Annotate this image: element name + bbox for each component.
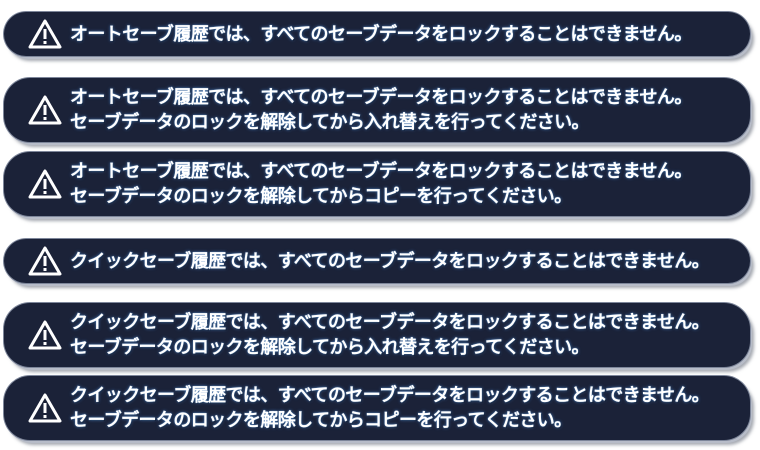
- warning-banner-quicksave-copy: クイックセーブ履歴では、すべてのセーブデータをロックすることはできません。 セー…: [4, 376, 750, 440]
- message-text: クイックセーブ履歴では、すべてのセーブデータをロックすることはできません。: [70, 249, 710, 274]
- message-text: オートセーブ履歴では、すべてのセーブデータをロックすることはできません。 セーブ…: [70, 159, 692, 209]
- message-line: セーブデータのロックを解除してからコピーを行ってください。: [70, 410, 572, 431]
- warning-banner-autosave-swap: オートセーブ履歴では、すべてのセーブデータをロックすることはできません。 セーブ…: [4, 78, 750, 142]
- warning-banner-autosave-copy: オートセーブ履歴では、すべてのセーブデータをロックすることはできません。 セーブ…: [4, 152, 750, 216]
- warning-icon: [28, 320, 62, 350]
- message-line: オートセーブ履歴では、すべてのセーブデータをロックすることはできません。: [70, 161, 692, 182]
- message-line: セーブデータのロックを解除してから入れ替えを行ってください。: [70, 112, 590, 133]
- message-line: オートセーブ履歴では、すべてのセーブデータをロックすることはできません。: [70, 87, 692, 108]
- message-line: オートセーブ履歴では、すべてのセーブデータをロックすることはできません。: [70, 23, 692, 45]
- warning-icon: [28, 246, 62, 276]
- message-text: オートセーブ履歴では、すべてのセーブデータをロックすることはできません。: [70, 22, 692, 47]
- warning-banner-autosave-lock: オートセーブ履歴では、すべてのセーブデータをロックすることはできません。: [4, 12, 750, 56]
- message-text: クイックセーブ履歴では、すべてのセーブデータをロックすることはできません。 セー…: [70, 383, 710, 433]
- message-text: クイックセーブ履歴では、すべてのセーブデータをロックすることはできません。 セー…: [70, 310, 710, 360]
- warning-icon: [28, 95, 62, 125]
- message-line: クイックセーブ履歴では、すべてのセーブデータをロックすることはできません。: [70, 312, 710, 333]
- message-line: セーブデータのロックを解除してからコピーを行ってください。: [70, 186, 572, 207]
- warning-icon: [28, 19, 62, 49]
- warning-icon: [28, 169, 62, 199]
- warning-banner-quicksave-lock: クイックセーブ履歴では、すべてのセーブデータをロックすることはできません。: [4, 239, 750, 283]
- warning-icon: [28, 393, 62, 423]
- message-line: クイックセーブ履歴では、すべてのセーブデータをロックすることはできません。: [70, 385, 710, 406]
- message-text: オートセーブ履歴では、すべてのセーブデータをロックすることはできません。 セーブ…: [70, 85, 692, 135]
- message-line: セーブデータのロックを解除してから入れ替えを行ってください。: [70, 337, 590, 358]
- message-line: クイックセーブ履歴では、すべてのセーブデータをロックすることはできません。: [70, 250, 710, 272]
- warning-banner-quicksave-swap: クイックセーブ履歴では、すべてのセーブデータをロックすることはできません。 セー…: [4, 303, 750, 367]
